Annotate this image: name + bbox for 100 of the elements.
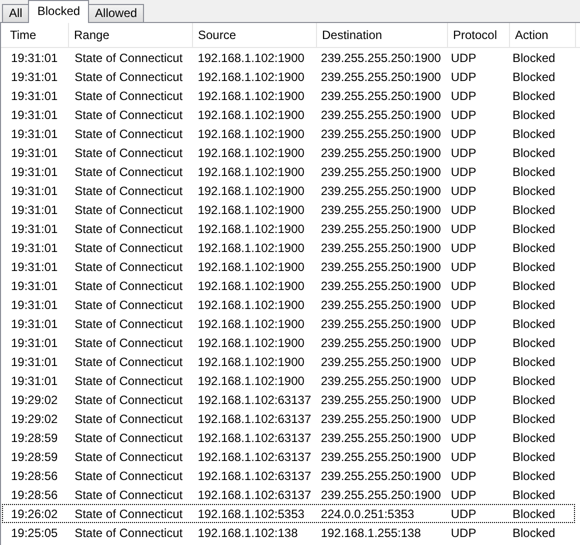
tab[interactable]: All <box>2 4 30 22</box>
table-cell-text: Blocked <box>511 335 556 351</box>
table-cell-text: 239.255.255.250:1900 <box>320 449 442 465</box>
table-cell-text: 192.168.1.102:1900 <box>196 373 306 389</box>
table-cell-text: 192.168.1.102:63137 <box>196 430 312 446</box>
table-cell-text: 19:31:01 <box>10 183 59 199</box>
table-row[interactable]: 19:31:01 State of Connecticut 192.168.1.102:1900 239.255.255.250:1900 UDP Blocked <box>2 143 575 162</box>
table-cell-text: Blocked <box>511 278 556 294</box>
table-cell-text: 192.168.1.102:1900 <box>196 126 306 142</box>
table-row[interactable]: 19:31:01 State of Connecticut 192.168.1.102:1900 239.255.255.250:1900 UDP Blocked <box>2 238 575 257</box>
table-cell-text: 192.168.1.102:63137 <box>196 411 312 427</box>
table-cell-text: 239.255.255.250:1900 <box>320 468 442 484</box>
table-row[interactable]: 19:31:01 State of Connecticut 192.168.1.102:1900 239.255.255.250:1900 UDP Blocked <box>2 295 575 314</box>
table-cell-text: 192.168.1.102:1900 <box>196 183 306 199</box>
table-cell-text: Blocked <box>511 468 556 484</box>
column-header[interactable]: Time <box>5 23 69 47</box>
table-cell-text: 19:31:01 <box>10 373 59 389</box>
tab[interactable]: Blocked <box>28 0 90 23</box>
table-cell-text: State of Connecticut <box>74 430 184 446</box>
table-cell-text: State of Connecticut <box>74 107 184 123</box>
table-row[interactable]: 19:31:01 State of Connecticut 192.168.1.102:1900 239.255.255.250:1900 UDP Blocked <box>2 276 575 295</box>
column-header[interactable]: Protocol <box>448 23 510 47</box>
table-cell-text: 19:28:59 <box>10 449 59 465</box>
column-header[interactable]: Range <box>69 23 193 47</box>
table-cell-text: 239.255.255.250:1900 <box>320 373 442 389</box>
table-cell-text: State of Connecticut <box>74 259 184 275</box>
table-cell-text: 192.168.1.102:1900 <box>196 107 306 123</box>
table-cell-text: State of Connecticut <box>74 183 184 199</box>
column-header[interactable]: Action <box>510 23 576 47</box>
table-cell-text: 192.168.1.102:1900 <box>196 335 306 351</box>
table-row[interactable]: 19:31:01 State of Connecticut 192.168.1.102:1900 239.255.255.250:1900 UDP Blocked <box>2 162 575 181</box>
table-cell-text: UDP <box>450 449 478 465</box>
table-cell-text: 192.168.1.102:1900 <box>196 88 306 104</box>
column-header[interactable]: Destination <box>317 23 448 47</box>
table-cell-text: Blocked <box>511 411 556 427</box>
table-row[interactable]: 19:31:01 State of Connecticut 192.168.1.102:1900 239.255.255.250:1900 UDP Blocked <box>2 181 575 200</box>
table-row[interactable]: 19:28:59 State of Connecticut 192.168.1.102:63137 239.255.255.250:1900 UDP Blocked <box>2 447 575 466</box>
table-cell-text: UDP <box>450 392 478 408</box>
table-row[interactable]: 19:31:01 State of Connecticut 192.168.1.102:1900 239.255.255.250:1900 UDP Blocked <box>2 333 575 352</box>
table-cell-text: 239.255.255.250:1900 <box>320 145 442 161</box>
table-cell-text: 239.255.255.250:1900 <box>320 392 442 408</box>
table-cell-text: 192.168.1.102:1900 <box>196 221 306 237</box>
table-cell-text: UDP <box>450 107 478 123</box>
table-cell-text: 19:28:56 <box>10 487 59 503</box>
table-cell-text: 19:31:01 <box>10 297 59 313</box>
table-cell-text: 19:31:01 <box>10 335 59 351</box>
table-cell-text: Blocked <box>511 430 556 446</box>
table-row[interactable]: 19:26:02 State of Connecticut 192.168.1.102:5353 224.0.0.251:5353 UDP Blocked <box>2 504 575 523</box>
table-cell-text: 239.255.255.250:1900 <box>320 487 442 503</box>
table-cell-text: 19:29:02 <box>10 392 59 408</box>
table-cell-text: 19:31:01 <box>10 316 59 332</box>
table-row[interactable]: 19:25:05 State of Connecticut 192.168.1.102:138 192.168.1.255:138 UDP Blocked <box>2 523 575 542</box>
table-cell-text: UDP <box>450 240 478 256</box>
table-cell-text: 19:31:01 <box>10 354 59 370</box>
table-cell-text: Blocked <box>511 240 556 256</box>
tab[interactable]: Allowed <box>88 4 144 22</box>
table-cell-text: State of Connecticut <box>74 392 184 408</box>
table-cell-text: 19:31:01 <box>10 240 59 256</box>
table-row[interactable]: 19:28:56 State of Connecticut 192.168.1.102:63137 239.255.255.250:1900 UDP Blocked <box>2 466 575 485</box>
table-cell-text: Blocked <box>511 449 556 465</box>
table-row[interactable]: 19:31:01 State of Connecticut 192.168.1.102:1900 239.255.255.250:1900 UDP Blocked <box>2 48 575 67</box>
table-cell-text: 19:25:05 <box>10 525 59 541</box>
table-cell-text: 239.255.255.250:1900 <box>320 354 442 370</box>
table-row[interactable]: 19:31:01 State of Connecticut 192.168.1.102:1900 239.255.255.250:1900 UDP Blocked <box>2 219 575 238</box>
table-cell-text: 239.255.255.250:1900 <box>320 240 442 256</box>
table-cell-text: UDP <box>450 126 478 142</box>
table-row[interactable]: 19:28:59 State of Connecticut 192.168.1.102:63137 239.255.255.250:1900 UDP Blocked <box>2 428 575 447</box>
table-row[interactable]: 19:31:01 State of Connecticut 192.168.1.102:1900 239.255.255.250:1900 UDP Blocked <box>2 86 575 105</box>
table-cell-text: UDP <box>450 354 478 370</box>
column-header[interactable]: Source <box>193 23 317 47</box>
table-cell-text: 192.168.1.102:1900 <box>196 202 306 218</box>
table-cell-text: 239.255.255.250:1900 <box>320 164 442 180</box>
table-row[interactable]: 19:31:01 State of Connecticut 192.168.1.102:1900 239.255.255.250:1900 UDP Blocked <box>2 257 575 276</box>
table-cell-text: 239.255.255.250:1900 <box>320 126 442 142</box>
table-cell-text: 239.255.255.250:1900 <box>320 107 442 123</box>
table-cell-text: Blocked <box>511 164 556 180</box>
table-cell-text: Blocked <box>511 183 556 199</box>
table-cell-text: State of Connecticut <box>74 164 184 180</box>
table-row[interactable]: 19:31:01 State of Connecticut 192.168.1.102:1900 239.255.255.250:1900 UDP Blocked <box>2 124 575 143</box>
table-cell-text: State of Connecticut <box>74 373 184 389</box>
table-row[interactable]: 19:31:01 State of Connecticut 192.168.1.102:1900 239.255.255.250:1900 UDP Blocked <box>2 371 575 390</box>
table-cell-text: Blocked <box>511 525 556 541</box>
table-cell-text: 239.255.255.250:1900 <box>320 259 442 275</box>
table-row[interactable]: 19:29:02 State of Connecticut 192.168.1.102:63137 239.255.255.250:1900 UDP Blocked <box>2 390 575 409</box>
table-cell-text: State of Connecticut <box>74 354 184 370</box>
table-cell-text: Blocked <box>511 373 556 389</box>
table-row[interactable]: 19:29:02 State of Connecticut 192.168.1.102:63137 239.255.255.250:1900 UDP Blocked <box>2 409 575 428</box>
table-row[interactable]: 19:31:01 State of Connecticut 192.168.1.102:1900 239.255.255.250:1900 UDP Blocked <box>2 352 575 371</box>
table-row[interactable]: 19:31:01 State of Connecticut 192.168.1.102:1900 239.255.255.250:1900 UDP Blocked <box>2 105 575 124</box>
table-row[interactable]: 19:31:01 State of Connecticut 192.168.1.102:1900 239.255.255.250:1900 UDP Blocked <box>2 200 575 219</box>
table-row[interactable]: 19:31:01 State of Connecticut 192.168.1.102:1900 239.255.255.250:1900 UDP Blocked <box>2 67 575 86</box>
table-row[interactable]: 19:31:01 State of Connecticut 192.168.1.102:1900 239.255.255.250:1900 UDP Blocked <box>2 314 575 333</box>
table-cell-text: 192.168.1.102:1900 <box>196 316 306 332</box>
table-row[interactable]: 19:28:56 State of Connecticut 192.168.1.102:63137 239.255.255.250:1900 UDP Blocked <box>2 485 575 504</box>
table-cell-text: 19:26:02 <box>10 506 59 522</box>
table-cell-text: 239.255.255.250:1900 <box>320 411 442 427</box>
table-cell-text: State of Connecticut <box>74 145 184 161</box>
table-cell-text: State of Connecticut <box>74 88 184 104</box>
table-cell-text: UDP <box>450 411 478 427</box>
table-cell-text: 19:31:01 <box>10 145 59 161</box>
